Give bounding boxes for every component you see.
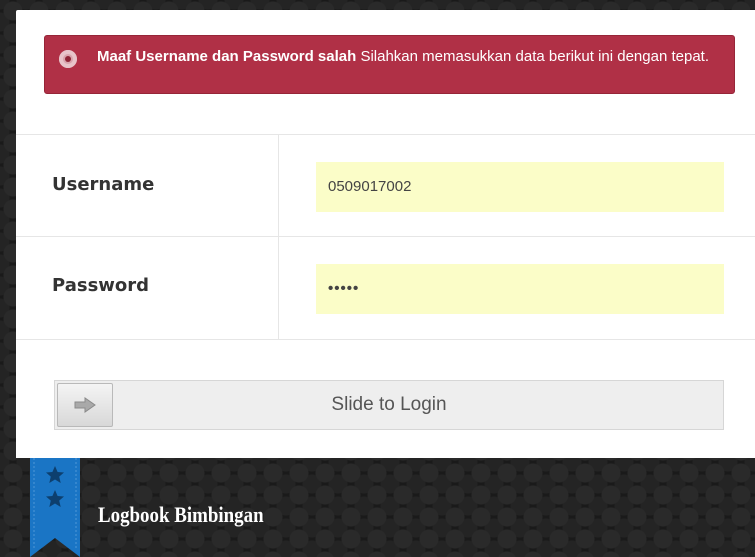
slide-to-login-label: Slide to Login [331,394,447,415]
login-panel: Maaf Username dan Password salah Silahka… [16,10,755,458]
password-label: Password [52,275,150,296]
password-field[interactable]: ••••• [316,264,724,314]
alert-disc-icon [59,50,77,68]
row-divider [16,339,755,340]
error-message: Maaf Username dan Password salah Silahka… [97,46,717,67]
row-divider [16,236,755,237]
column-divider [278,134,279,340]
username-field[interactable]: 0509017002 [316,162,724,212]
slider-handle[interactable] [57,383,113,427]
username-label: Username [52,174,155,195]
error-alert: Maaf Username dan Password salah Silahka… [44,35,735,94]
arrow-right-icon [74,397,96,413]
error-message-rest: Silahkan memasukkan data berikut ini den… [356,48,710,65]
brand-ribbon [30,458,80,557]
error-message-bold: Maaf Username dan Password salah [97,48,357,65]
app-title: Logbook Bimbingan [98,502,264,527]
row-divider [16,134,755,135]
slide-to-login-track[interactable]: Slide to Login [54,380,724,430]
